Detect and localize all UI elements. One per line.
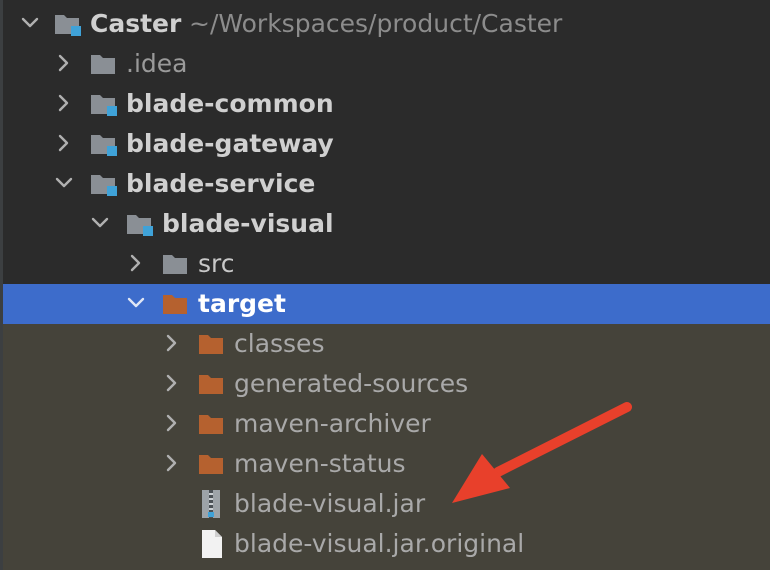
tree-item-label: generated-sources bbox=[234, 369, 469, 398]
folder-icon bbox=[89, 51, 119, 77]
chevron-right-icon[interactable] bbox=[53, 124, 75, 164]
tree-item-label: src bbox=[198, 249, 235, 278]
tree-item-blade-gateway[interactable]: blade-gateway bbox=[3, 124, 770, 164]
module-folder-icon bbox=[53, 11, 83, 37]
folder-icon bbox=[161, 251, 191, 277]
tree-item-classes[interactable]: classes bbox=[3, 324, 770, 364]
tree-item-label: classes bbox=[234, 329, 325, 358]
tree-item-label: target bbox=[198, 289, 286, 318]
tree-item-blade-visual[interactable]: blade-visual bbox=[3, 204, 770, 244]
tree-item-label: .idea bbox=[126, 49, 188, 78]
module-folder-icon bbox=[125, 211, 155, 237]
tree-item-blade-visual-jar[interactable]: blade-visual.jar bbox=[3, 484, 770, 524]
tree-item-blade-visual-jar-original[interactable]: blade-visual.jar.original bbox=[3, 524, 770, 564]
tree-item-caster[interactable]: Caster ~/Workspaces/product/Caster bbox=[3, 4, 770, 44]
tree-item-label: blade-common bbox=[126, 89, 334, 118]
module-folder-icon bbox=[89, 91, 119, 117]
tree-item-label: blade-visual.jar bbox=[234, 489, 426, 518]
module-folder-icon bbox=[89, 131, 119, 157]
jar-archive-icon bbox=[199, 489, 223, 519]
tree-item-maven-status[interactable]: maven-status bbox=[3, 444, 770, 484]
tree-item-label: blade-visual bbox=[162, 209, 334, 238]
chevron-down-icon[interactable] bbox=[89, 204, 111, 244]
excluded-folder-icon bbox=[197, 331, 227, 357]
excluded-folder-icon bbox=[161, 291, 191, 317]
tree-item-maven-archiver[interactable]: maven-archiver bbox=[3, 404, 770, 444]
tree-item-label: blade-visual.jar.original bbox=[234, 529, 525, 558]
excluded-folder-icon bbox=[197, 411, 227, 437]
chevron-right-icon[interactable] bbox=[125, 244, 147, 284]
root-label: Caster bbox=[90, 9, 182, 38]
tree-item-label: blade-service bbox=[126, 169, 316, 198]
chevron-down-icon[interactable] bbox=[19, 4, 41, 44]
tree-item-label: maven-status bbox=[234, 449, 406, 478]
file-icon bbox=[201, 529, 223, 559]
excluded-folder-icon bbox=[197, 451, 227, 477]
chevron-down-icon[interactable] bbox=[125, 284, 147, 324]
chevron-right-icon[interactable] bbox=[161, 444, 183, 484]
root-path: ~/Workspaces/product/Caster bbox=[189, 9, 563, 38]
chevron-right-icon[interactable] bbox=[161, 404, 183, 444]
tree-item-label: blade-gateway bbox=[126, 129, 334, 158]
chevron-right-icon[interactable] bbox=[53, 84, 75, 124]
chevron-right-icon[interactable] bbox=[161, 364, 183, 404]
tree-item-src[interactable]: src bbox=[3, 244, 770, 284]
excluded-folder-icon bbox=[197, 371, 227, 397]
tree-item-generated-sources[interactable]: generated-sources bbox=[3, 364, 770, 404]
module-folder-icon bbox=[89, 171, 119, 197]
chevron-right-icon[interactable] bbox=[161, 324, 183, 364]
tree-item-blade-common[interactable]: blade-common bbox=[3, 84, 770, 124]
tree-item-label: maven-archiver bbox=[234, 409, 431, 438]
chevron-down-icon[interactable] bbox=[53, 164, 75, 204]
tree-item-blade-service[interactable]: blade-service bbox=[3, 164, 770, 204]
tree-item-idea[interactable]: .idea bbox=[3, 44, 770, 84]
chevron-right-icon[interactable] bbox=[53, 44, 75, 84]
tree-item-target[interactable]: target bbox=[3, 284, 770, 324]
